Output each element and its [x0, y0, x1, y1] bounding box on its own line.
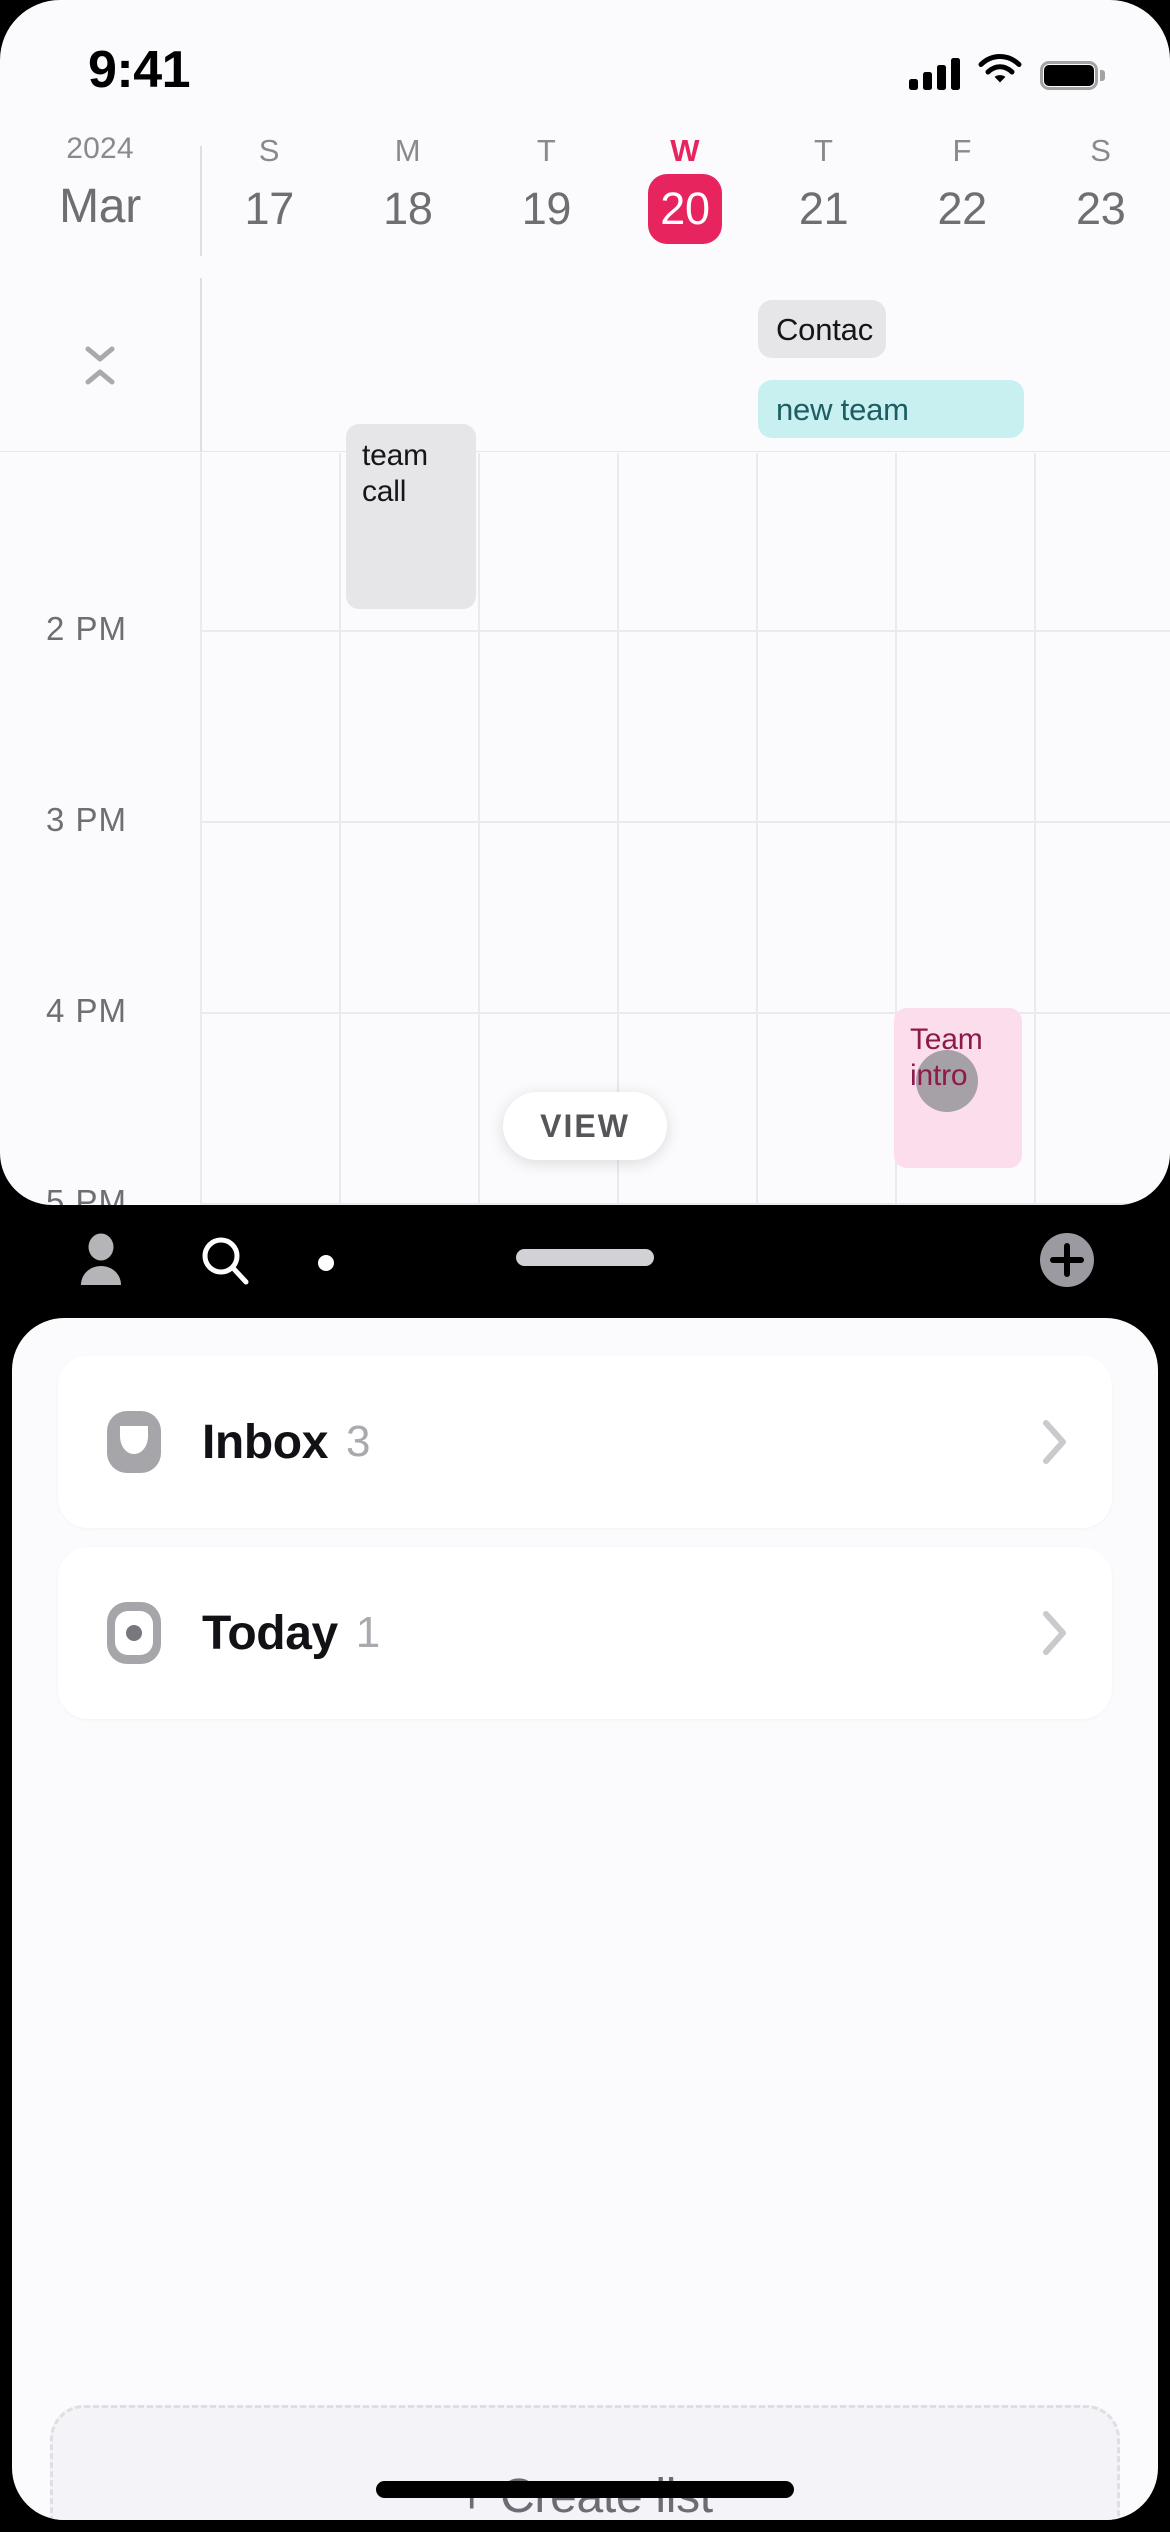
- list-label: Inbox: [202, 1415, 328, 1469]
- hour-gridline-4pm: [200, 1012, 1170, 1014]
- status-bar-icons: [909, 48, 1105, 90]
- view-button[interactable]: VIEW: [503, 1092, 667, 1160]
- calendar-panel: 9:41 2024 Mar S 17 M 18 T 19 W 20 T 21 F…: [0, 0, 1170, 1205]
- day-column-18[interactable]: M 18: [339, 128, 478, 273]
- all-day-event-contact[interactable]: Contac: [758, 300, 886, 358]
- month-label: Mar: [59, 180, 141, 233]
- task-lists-sheet: Inbox 3 Today 1: [12, 1318, 1158, 2520]
- day-column-23[interactable]: S 23: [1031, 128, 1170, 273]
- status-bar: 9:41: [0, 0, 1170, 120]
- day-number: 17: [244, 183, 295, 234]
- all-day-event-new-team[interactable]: new team: [758, 380, 1024, 438]
- status-bar-time: 9:41: [88, 41, 191, 99]
- day-column-19[interactable]: T 19: [477, 128, 616, 273]
- page-dot-icon[interactable]: [318, 1255, 334, 1271]
- day-number-today: 20: [648, 174, 723, 244]
- tab-bar: [0, 1205, 1170, 1313]
- event-team-call[interactable]: team call: [346, 424, 476, 609]
- month-year-block[interactable]: 2024 Mar: [0, 128, 200, 273]
- grid-column-line: [200, 453, 202, 1205]
- event-title-line1: team: [362, 439, 428, 472]
- list-item-today[interactable]: Today 1: [58, 1547, 1112, 1719]
- event-team-intro[interactable]: Team intro: [894, 1008, 1022, 1168]
- week-header: 2024 Mar S 17 M 18 T 19 W 20 T 21 F 22 S…: [0, 128, 1170, 273]
- create-list-button[interactable]: + Create list: [50, 2405, 1120, 2520]
- inbox-tray-icon: [102, 1408, 166, 1476]
- year-label: 2024: [66, 132, 134, 165]
- grid-column-line: [1034, 453, 1036, 1205]
- day-number: 21: [798, 183, 849, 234]
- battery-icon: [1040, 61, 1105, 90]
- week-days-strip: S 17 M 18 T 19 W 20 T 21 F 22 S 23: [200, 128, 1170, 273]
- today-target-icon: [102, 1599, 166, 1667]
- phone-screen: 9:41 2024 Mar S 17 M 18 T 19 W 20 T 21 F…: [0, 0, 1170, 2532]
- list-count: 3: [346, 1417, 371, 1466]
- event-title-line2: intro: [910, 1059, 968, 1092]
- person-icon[interactable]: [72, 1231, 130, 1289]
- day-number: 18: [383, 183, 433, 234]
- plus-circle-icon[interactable]: [1036, 1229, 1098, 1291]
- day-number: 23: [1076, 183, 1126, 234]
- all-day-gutter: [0, 278, 200, 452]
- collapse-chevrons-icon[interactable]: [77, 342, 123, 388]
- time-label-4pm: 4 PM: [46, 992, 128, 1029]
- day-column-20-today[interactable]: W 20: [616, 128, 755, 273]
- all-day-divider: [200, 278, 202, 452]
- hour-gridline-3pm: [200, 821, 1170, 823]
- time-label-3pm: 3 PM: [46, 801, 128, 838]
- event-title-line1: Team: [910, 1023, 983, 1056]
- day-of-week-label: T: [813, 133, 834, 168]
- day-of-week-label: M: [394, 133, 421, 168]
- day-of-week-label: S: [1090, 133, 1112, 168]
- day-of-week-label-today: W: [670, 133, 700, 168]
- time-label-5pm: 5 PM: [46, 1183, 128, 1205]
- drag-handle-icon[interactable]: [516, 1249, 654, 1266]
- list-count: 1: [355, 1608, 380, 1657]
- day-number: 19: [521, 183, 572, 234]
- grid-column-line: [339, 453, 341, 1205]
- list-label: Today: [202, 1606, 338, 1660]
- grid-column-line: [478, 453, 480, 1205]
- search-icon[interactable]: [196, 1231, 254, 1289]
- wifi-icon: [978, 53, 1022, 90]
- day-number: 22: [937, 183, 987, 234]
- hour-gridline-2pm: [200, 630, 1170, 632]
- grid-column-line: [756, 453, 758, 1205]
- day-of-week-label: S: [258, 133, 280, 168]
- chevron-right-icon: [1042, 1610, 1068, 1656]
- event-title-line2: call: [362, 475, 407, 508]
- home-indicator[interactable]: [376, 2481, 794, 2498]
- day-of-week-label: T: [536, 133, 557, 168]
- chevron-right-icon: [1042, 1419, 1068, 1465]
- day-column-21[interactable]: T 21: [754, 128, 893, 273]
- day-column-17[interactable]: S 17: [200, 128, 339, 273]
- day-column-22[interactable]: F 22: [893, 128, 1032, 273]
- list-item-inbox[interactable]: Inbox 3: [58, 1356, 1112, 1528]
- day-of-week-label: F: [952, 133, 972, 168]
- time-label-2pm: 2 PM: [46, 610, 128, 647]
- cellular-signal-icon: [909, 58, 960, 90]
